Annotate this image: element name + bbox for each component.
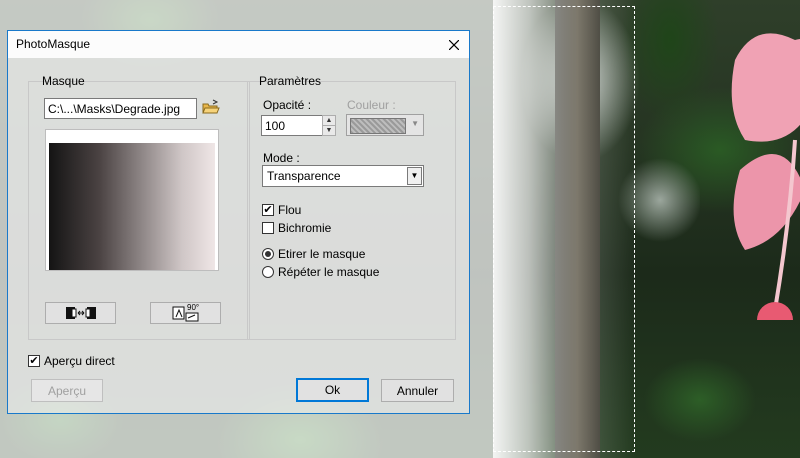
mode-dropdown-icon: ▼ <box>407 167 422 185</box>
mask-preview <box>45 129 219 271</box>
close-button[interactable] <box>439 31 469 58</box>
hibiscus-flower <box>731 33 800 320</box>
mask-file-path[interactable]: C:\...\Masks\Degrade.jpg <box>44 98 197 119</box>
ok-button[interactable]: Ok <box>296 378 369 402</box>
mode-value: Transparence <box>267 169 341 183</box>
spin-down-icon[interactable]: ▼ <box>323 125 335 135</box>
dialog-title: PhotoMasque <box>16 37 91 51</box>
repeat-label: Répéter le masque <box>278 265 380 279</box>
params-group-label: Paramètres <box>259 74 322 88</box>
flip-horizontal-icon <box>65 307 96 319</box>
opacity-field[interactable]: 100 <box>261 115 323 136</box>
cancel-button[interactable]: Annuler <box>381 379 454 402</box>
open-folder-button[interactable] <box>201 98 221 118</box>
repeat-radio-dot <box>262 266 274 278</box>
bichromie-label: Bichromie <box>278 221 332 235</box>
mask-group-label: Masque <box>42 74 85 88</box>
color-swatch <box>350 118 406 134</box>
mode-label: Mode : <box>263 151 300 165</box>
live-preview-box: ✔ <box>28 355 40 367</box>
stretch-radio-dot <box>262 248 274 260</box>
close-icon <box>449 39 459 50</box>
flip-button[interactable] <box>45 302 116 324</box>
open-folder-icon <box>202 99 220 114</box>
repeat-mask-radio[interactable]: Répéter le masque <box>262 265 379 279</box>
stretch-mask-radio[interactable]: Etirer le masque <box>262 247 365 261</box>
opacity-spinner[interactable]: ▲ ▼ <box>322 115 336 136</box>
title-bar[interactable]: PhotoMasque <box>8 31 469 58</box>
stretch-label: Etirer le masque <box>278 247 366 261</box>
flou-label: Flou <box>278 203 302 217</box>
color-picker[interactable]: ▼ <box>346 114 424 136</box>
live-preview-checkbox[interactable]: ✔ Aperçu direct <box>28 354 115 368</box>
preview-button[interactable]: Aperçu <box>31 379 103 402</box>
dropdown-arrow-icon: ▼ <box>411 119 419 128</box>
mode-select[interactable]: Transparence ▼ <box>262 165 424 187</box>
flou-checkbox[interactable]: ✔ Flou <box>262 203 301 217</box>
rotate-label: 90° <box>187 303 200 312</box>
live-preview-label: Aperçu direct <box>44 354 115 368</box>
selection-marquee[interactable] <box>493 6 635 452</box>
photomasque-dialog: PhotoMasque Masque C:\...\Masks\Degrade.… <box>7 30 470 414</box>
bichromie-checkbox[interactable]: Bichromie <box>262 221 331 235</box>
spin-up-icon[interactable]: ▲ <box>323 116 335 125</box>
opacity-label: Opacité : <box>263 98 312 112</box>
flou-box: ✔ <box>262 204 274 216</box>
bichromie-box <box>262 222 274 234</box>
color-label: Couleur : <box>347 98 396 112</box>
mask-gradient-thumbnail <box>49 143 215 270</box>
rotate-button[interactable]: 90° <box>150 302 221 324</box>
